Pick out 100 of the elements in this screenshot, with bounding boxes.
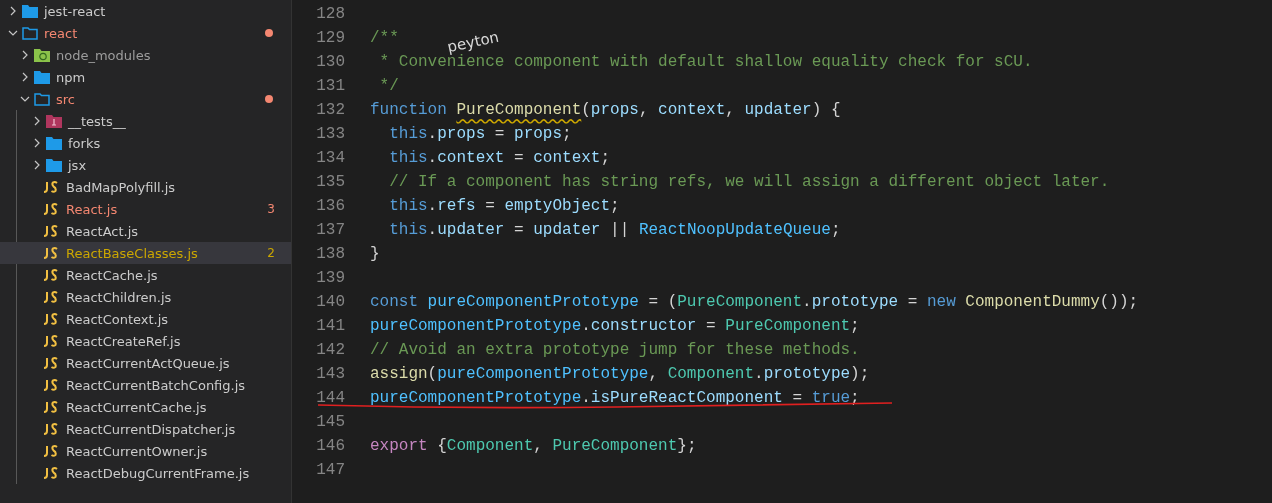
code-token: function: [370, 101, 448, 119]
file-tree-item[interactable]: __tests__: [0, 110, 291, 132]
file-tree-item[interactable]: ReactBaseClasses.js 2: [0, 242, 291, 264]
file-name: ReactCreateRef.js: [66, 333, 182, 349]
file-name: forks: [68, 135, 102, 151]
code-token: context: [437, 149, 505, 167]
javascript-file-icon: [42, 181, 60, 193]
file-tree-item[interactable]: BadMapPolyfill.js: [0, 176, 291, 198]
open-folder-icon: [22, 26, 38, 40]
file-name: ReactCurrentOwner.js: [66, 443, 209, 459]
javascript-file-icon: [42, 445, 60, 457]
file-tree-item[interactable]: ReactChildren.js: [0, 286, 291, 308]
code-token: pureComponentPrototype: [427, 293, 639, 311]
file-name: ReactChildren.js: [66, 289, 173, 305]
file-name: ReactCache.js: [66, 267, 159, 283]
file-name: ReactBaseClasses.js: [66, 245, 199, 261]
code-token: ,: [648, 365, 660, 383]
file-tree-item[interactable]: src: [0, 88, 291, 110]
file-name: ReactCurrentBatchConfig.js: [66, 377, 247, 393]
file-tree-item[interactable]: npm: [0, 66, 291, 88]
code-token: /**: [370, 29, 399, 47]
code-token: (: [427, 365, 438, 383]
file-tree-item[interactable]: ReactCurrentDispatcher.js: [0, 418, 291, 440]
code-token: ComponentDummy: [965, 293, 1100, 311]
code-token: */: [378, 77, 399, 95]
code-token: .: [581, 317, 591, 335]
file-tree-item[interactable]: ReactCache.js: [0, 264, 291, 286]
code-token: export: [370, 437, 429, 455]
code-token: assign: [370, 365, 428, 383]
code-token: props: [514, 125, 563, 143]
file-name: jest-react: [44, 3, 107, 19]
code-token: this: [388, 197, 428, 215]
code-token: };: [677, 437, 697, 455]
problem-count: 2: [267, 246, 275, 260]
javascript-file-icon: [42, 379, 60, 391]
code-token: PureComponent: [725, 317, 851, 335]
javascript-file-icon: [42, 291, 60, 303]
file-tree-item[interactable]: ReactCurrentActQueue.js: [0, 352, 291, 374]
code-token: ;: [830, 221, 841, 239]
line-number: 142: [315, 341, 345, 359]
code-token: emptyObject: [504, 197, 611, 215]
code-token: this: [388, 149, 428, 167]
code-token: ||: [609, 221, 631, 239]
folder-icon: [46, 158, 62, 172]
code-token: props: [590, 101, 639, 119]
open-folder-icon: [34, 92, 50, 106]
folder-icon: [46, 136, 62, 150]
test-folder-icon: [46, 114, 62, 128]
code-token: PureComponent: [677, 293, 803, 311]
code-token: ,: [638, 101, 650, 119]
folder-icon: [34, 70, 50, 84]
code-token: ;: [610, 197, 620, 215]
code-token: =: [705, 317, 717, 335]
code-token: pureComponentPrototype: [370, 389, 582, 407]
file-tree-item[interactable]: ReactCurrentCache.js: [0, 396, 291, 418]
file-name: ReactAct.js: [66, 223, 140, 239]
code-token: =: [493, 125, 506, 143]
file-tree-item[interactable]: forks: [0, 132, 291, 154]
code-token: this: [388, 125, 428, 143]
code-token: Component: [446, 437, 534, 455]
file-name: ReactCurrentDispatcher.js: [66, 421, 237, 437]
code-token: PureComponent: [552, 437, 678, 455]
file-name: npm: [56, 69, 87, 85]
file-name: react: [44, 25, 79, 41]
code-token: .: [754, 365, 764, 383]
file-tree-item[interactable]: React.js 3: [0, 198, 291, 220]
file-tree-item[interactable]: ReactCurrentOwner.js: [0, 440, 291, 462]
file-name: ReactContext.js: [66, 311, 170, 327]
line-number: 140: [315, 293, 345, 311]
line-number: 129: [315, 29, 345, 47]
code-token: .: [427, 221, 438, 239]
code-token: PureComponent: [456, 101, 582, 119]
file-name: ReactDebugCurrentFrame.js: [66, 465, 251, 481]
code-token: updater: [744, 101, 812, 119]
file-tree-item[interactable]: react: [0, 22, 291, 44]
code-token: .: [427, 197, 438, 215]
file-name: __tests__: [68, 113, 127, 129]
code-token: .: [427, 149, 438, 167]
code-token: =: [513, 221, 525, 239]
package-folder-icon: [34, 48, 50, 62]
javascript-file-icon: [42, 203, 60, 215]
file-tree-item[interactable]: ReactCurrentBatchConfig.js: [0, 374, 291, 396]
file-tree-item[interactable]: node_modules: [0, 44, 291, 66]
file-tree-item[interactable]: ReactContext.js: [0, 308, 291, 330]
line-number: 133: [315, 125, 345, 143]
code-token: props: [437, 125, 486, 143]
line-number: 130: [315, 53, 345, 71]
line-number: 132: [315, 101, 345, 119]
file-name: BadMapPolyfill.js: [66, 179, 177, 195]
code-token: updater: [533, 221, 601, 239]
file-tree-item[interactable]: ReactAct.js: [0, 220, 291, 242]
file-tree-item[interactable]: ReactDebugCurrentFrame.js: [0, 462, 291, 484]
code-token: pureComponentPrototype: [370, 317, 582, 335]
code-token: ReactNoopUpdateQueue: [638, 221, 831, 239]
file-tree-item[interactable]: ReactCreateRef.js: [0, 330, 291, 352]
code-token: ());: [1099, 293, 1139, 311]
file-tree-item[interactable]: jsx: [0, 154, 291, 176]
javascript-file-icon: [42, 401, 60, 413]
file-tree-item[interactable]: jest-react: [0, 0, 291, 22]
code-token: ,: [725, 101, 736, 119]
